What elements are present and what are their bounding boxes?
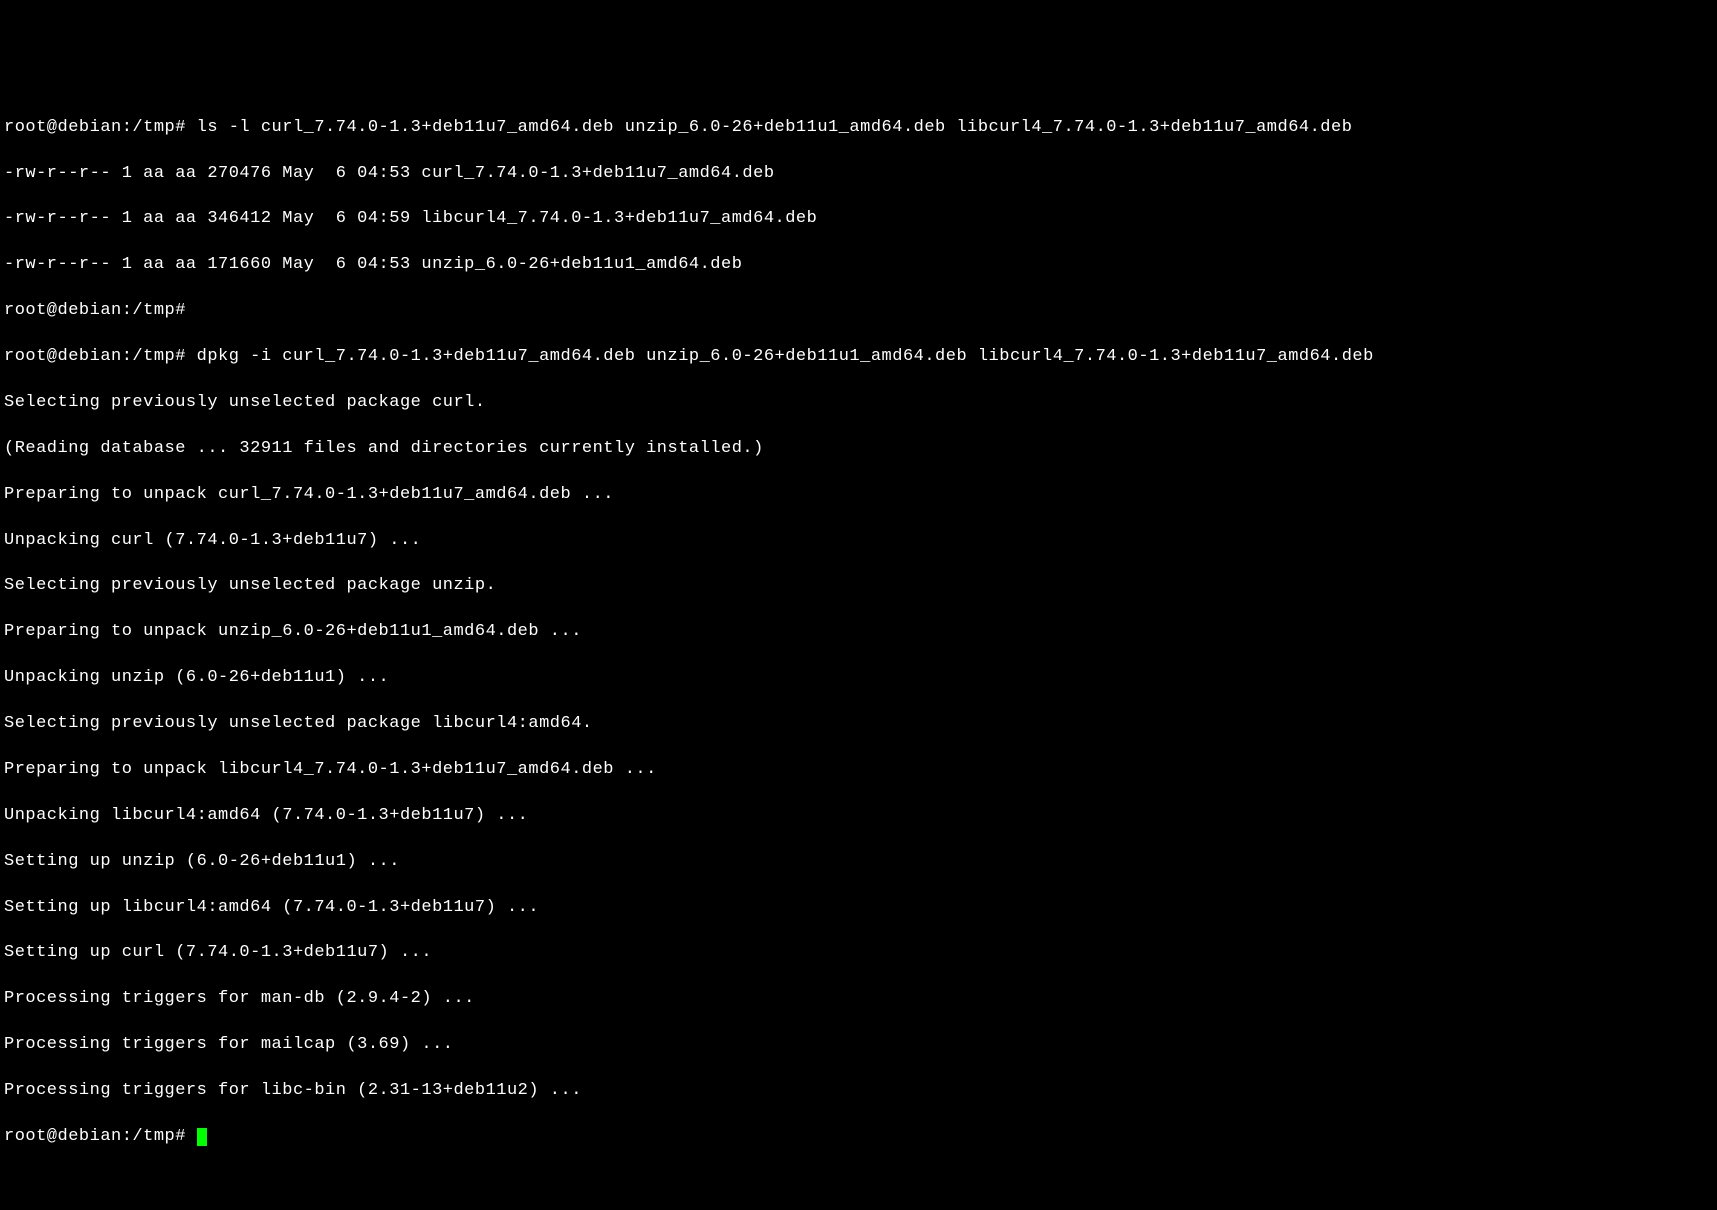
terminal-line: root@debian:/tmp# ls -l curl_7.74.0-1.3+… [4, 117, 1713, 140]
terminal-line: Preparing to unpack curl_7.74.0-1.3+deb1… [4, 484, 1713, 507]
terminal-line: Selecting previously unselected package … [4, 575, 1713, 598]
terminal-line: Unpacking libcurl4:amd64 (7.74.0-1.3+deb… [4, 805, 1713, 828]
terminal-line: Processing triggers for libc-bin (2.31-1… [4, 1080, 1713, 1103]
terminal-line: -rw-r--r-- 1 aa aa 171660 May 6 04:53 un… [4, 254, 1713, 277]
terminal-output[interactable]: root@debian:/tmp# ls -l curl_7.74.0-1.3+… [4, 94, 1713, 1172]
terminal-line: Preparing to unpack unzip_6.0-26+deb11u1… [4, 621, 1713, 644]
terminal-line: Unpacking unzip (6.0-26+deb11u1) ... [4, 667, 1713, 690]
terminal-prompt-line[interactable]: root@debian:/tmp# [4, 1126, 1713, 1149]
terminal-line: Selecting previously unselected package … [4, 392, 1713, 415]
terminal-line: Preparing to unpack libcurl4_7.74.0-1.3+… [4, 759, 1713, 782]
terminal-cursor [197, 1128, 207, 1146]
terminal-line: -rw-r--r-- 1 aa aa 270476 May 6 04:53 cu… [4, 163, 1713, 186]
terminal-line: Setting up curl (7.74.0-1.3+deb11u7) ... [4, 942, 1713, 965]
terminal-line: (Reading database ... 32911 files and di… [4, 438, 1713, 461]
terminal-line: Unpacking curl (7.74.0-1.3+deb11u7) ... [4, 530, 1713, 553]
terminal-line: Setting up unzip (6.0-26+deb11u1) ... [4, 851, 1713, 874]
terminal-line: Setting up libcurl4:amd64 (7.74.0-1.3+de… [4, 897, 1713, 920]
terminal-line: root@debian:/tmp# dpkg -i curl_7.74.0-1.… [4, 346, 1713, 369]
terminal-line: Processing triggers for man-db (2.9.4-2)… [4, 988, 1713, 1011]
terminal-line: root@debian:/tmp# [4, 300, 1713, 323]
terminal-line: -rw-r--r-- 1 aa aa 346412 May 6 04:59 li… [4, 208, 1713, 231]
terminal-prompt: root@debian:/tmp# [4, 1127, 197, 1146]
terminal-line: Selecting previously unselected package … [4, 713, 1713, 736]
terminal-line: Processing triggers for mailcap (3.69) .… [4, 1034, 1713, 1057]
